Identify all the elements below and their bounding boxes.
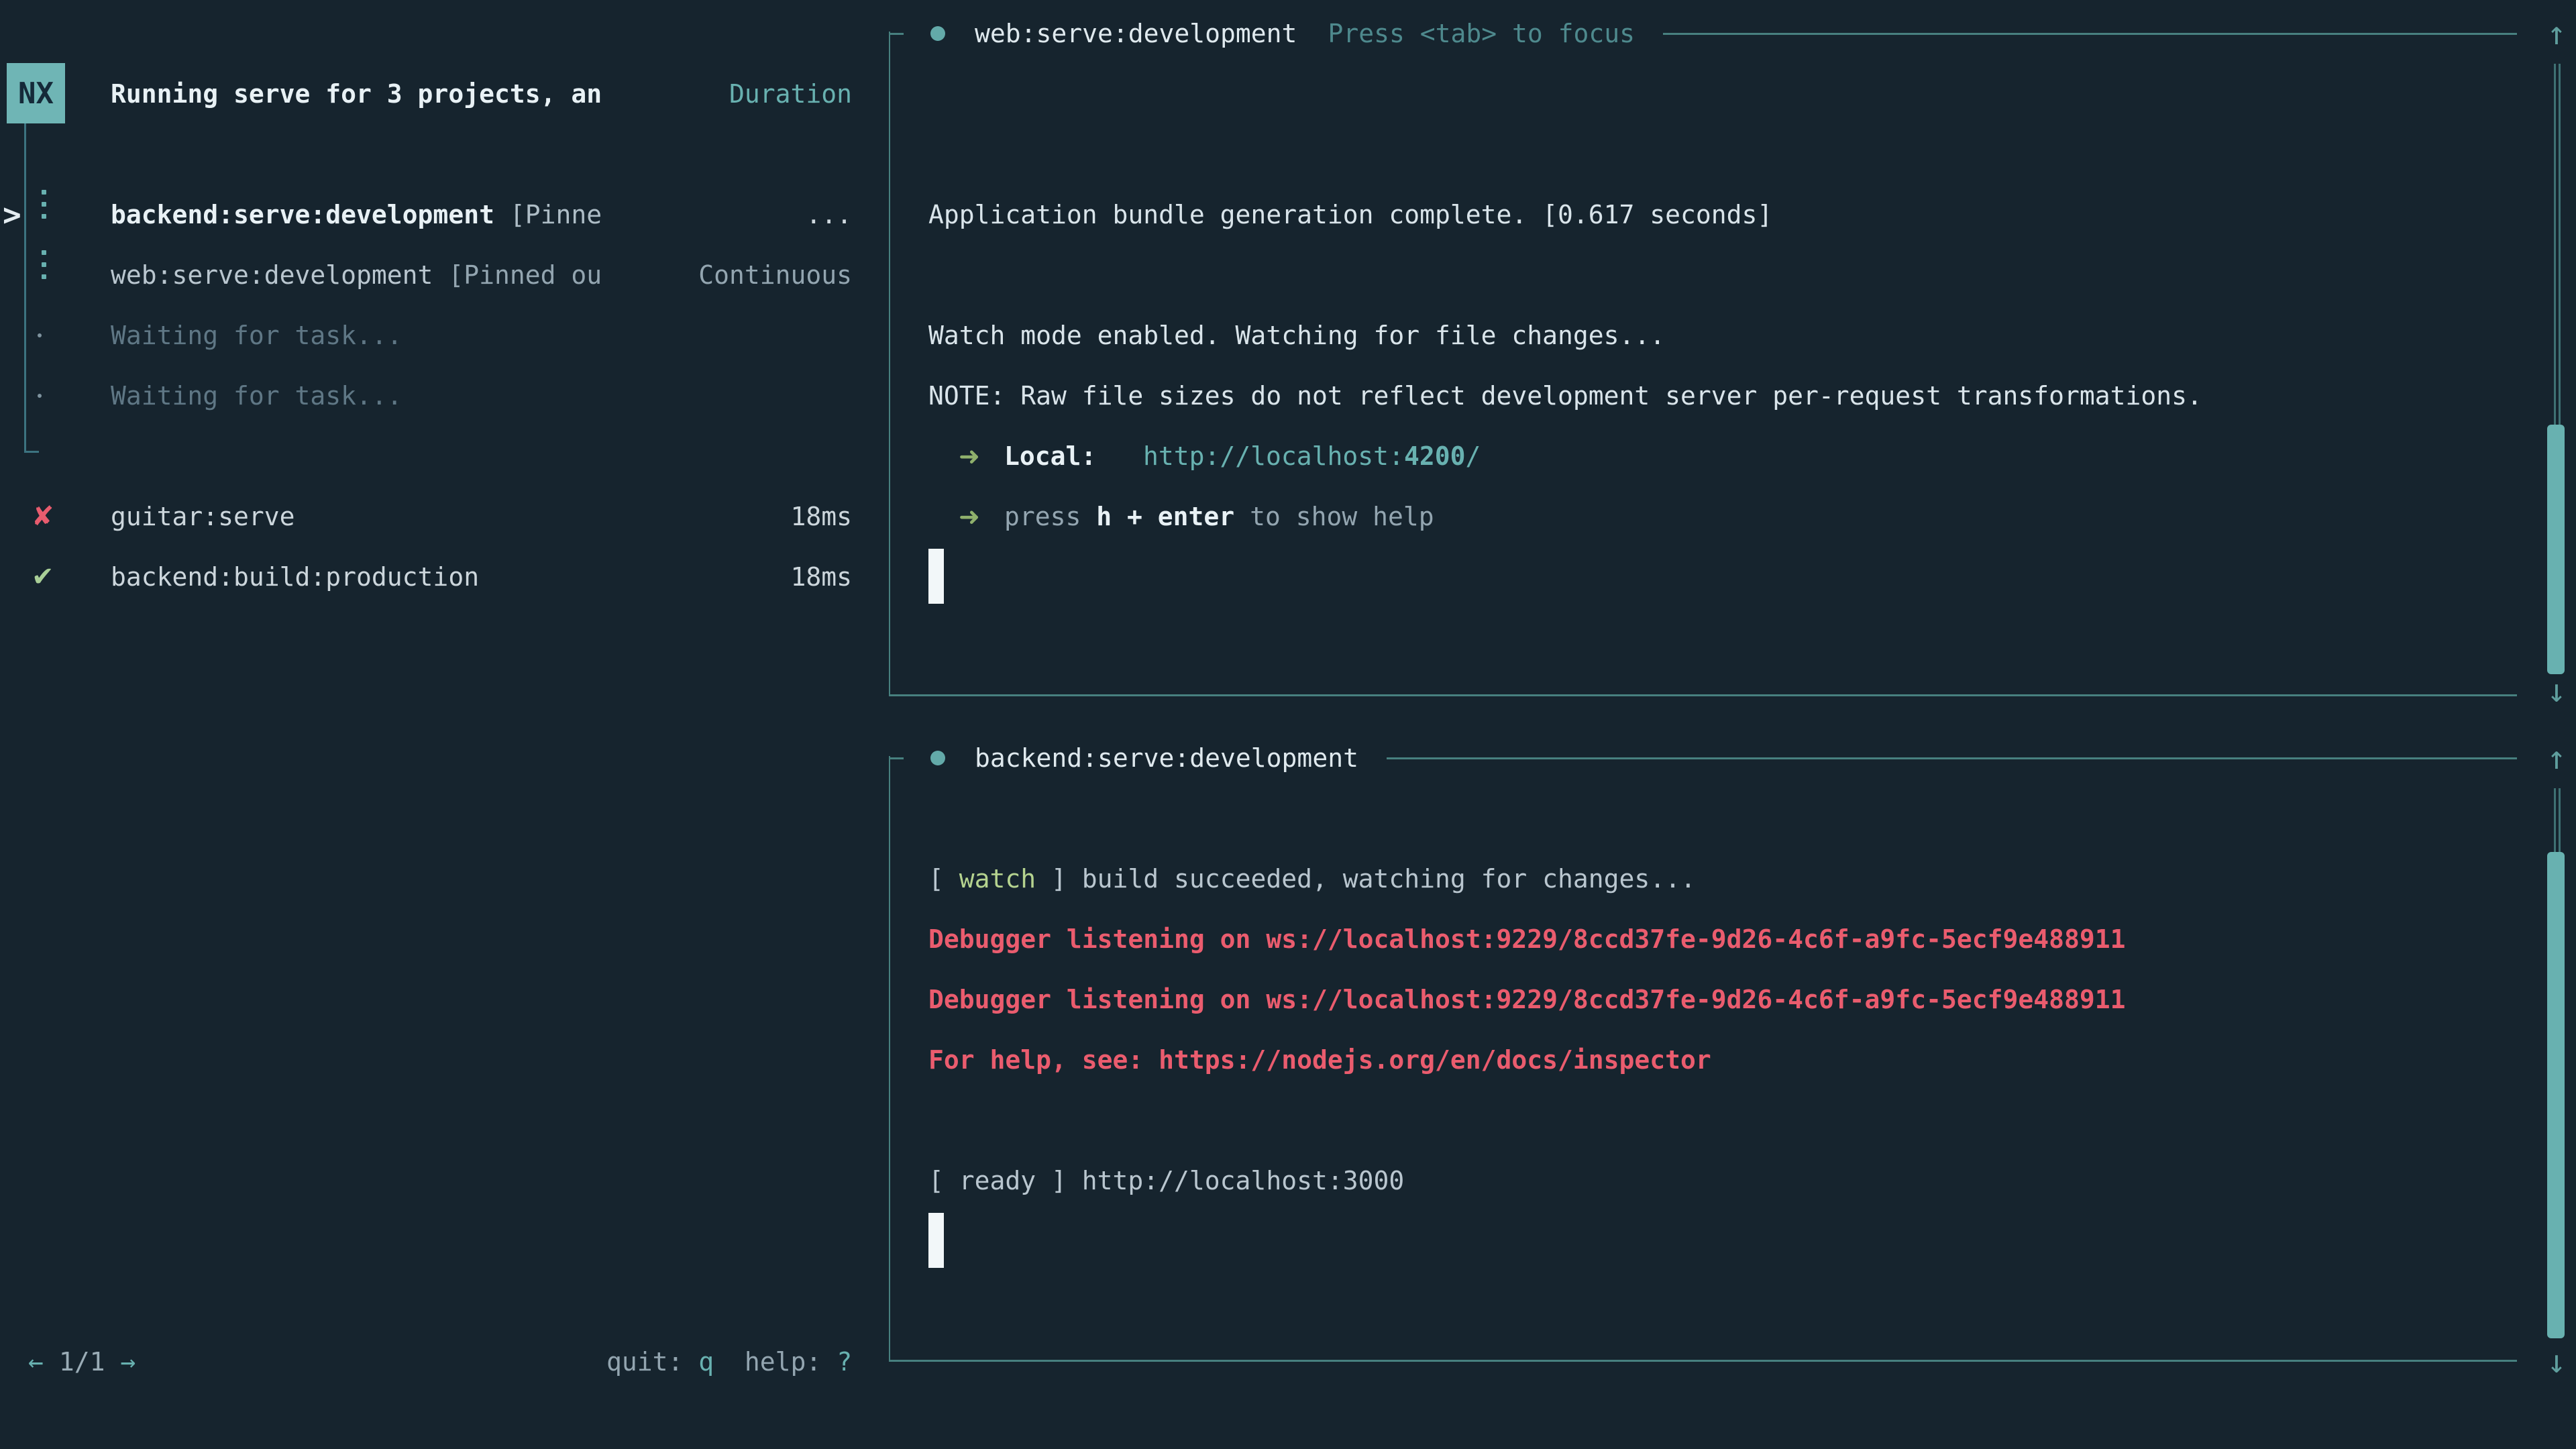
- log-line-inspector-help: For help, see: https://nodejs.org/en/doc…: [928, 1030, 1711, 1090]
- arrow-icon: ➜: [959, 502, 980, 531]
- task-duration: 18ms: [790, 502, 852, 531]
- duration-column-header: Duration: [729, 79, 852, 109]
- watch-tag: watch: [959, 864, 1036, 894]
- keyboard-hints: quit: q help: ?: [606, 1332, 852, 1392]
- local-url[interactable]: http://localhost:4200/: [1143, 441, 1481, 471]
- task-suffix: [Pinne: [494, 200, 602, 229]
- task-suffix: [Pinned ou: [433, 260, 602, 290]
- help-post: to show help: [1234, 502, 1434, 531]
- url-suffix: /: [1465, 441, 1481, 471]
- task-duration: 18ms: [790, 562, 852, 592]
- local-label: Local:: [1004, 441, 1096, 471]
- task-row-guitar-serve[interactable]: ✘ guitar:serve 18ms: [0, 486, 852, 547]
- panel-bottom-border: [889, 1360, 2517, 1362]
- watch-rest: ] build succeeded, watching for changes.…: [1036, 864, 1696, 894]
- task-list-title: Running serve for 3 projects, an: [111, 79, 602, 109]
- log-line-note: NOTE: Raw file sizes do not reflect deve…: [928, 366, 2202, 426]
- task-duration: Continuous: [698, 260, 852, 290]
- url-prefix: http://localhost:: [1143, 441, 1404, 471]
- help-key: ?: [837, 1347, 852, 1377]
- panel-bottom-border: [889, 694, 2517, 696]
- help-keys-combo: h + enter: [1096, 502, 1234, 531]
- log-line-debugger-2: Debugger listening on ws://localhost:922…: [928, 969, 2125, 1030]
- border-stub: [889, 33, 904, 35]
- help-hint-text: press h + enter to show help: [1004, 502, 1434, 531]
- page-next-arrow-icon[interactable]: →: [121, 1347, 136, 1377]
- task-name: guitar:serve: [111, 502, 295, 531]
- waiting-label: Waiting for task...: [111, 381, 402, 411]
- panel-title: web:serve:development: [975, 19, 1297, 48]
- task-row-waiting-2: Waiting for task...: [0, 366, 852, 426]
- panel-left-border: [889, 756, 890, 1362]
- waiting-label: Waiting for task...: [111, 321, 402, 350]
- header-rule: [1663, 33, 2517, 35]
- log-line-ready: [ ready ] http://localhost:3000: [928, 1150, 1404, 1211]
- waiting-dot-icon: [38, 333, 42, 337]
- scrollbar-track[interactable]: [2554, 788, 2561, 852]
- log-line-bundle: Application bundle generation complete. …: [928, 184, 1772, 245]
- page-indicator: 1/1: [59, 1347, 105, 1377]
- url-port: 4200: [1404, 441, 1466, 471]
- bracket-open: [: [928, 864, 959, 894]
- quit-key: q: [698, 1347, 714, 1377]
- scroll-up-icon[interactable]: ↑: [2541, 3, 2572, 64]
- scroll-down-icon[interactable]: ↓: [2541, 661, 2572, 721]
- arrow-icon: ➜: [959, 441, 980, 471]
- spinner-icon: [42, 250, 46, 279]
- focus-hint: Press <tab> to focus: [1328, 19, 1635, 48]
- header-rule: [1387, 757, 2517, 759]
- task-name: web:serve:development: [111, 260, 433, 290]
- panel-left-border: [889, 32, 890, 696]
- task-row-waiting-1: Waiting for task...: [0, 305, 852, 366]
- scrollbar-thumb[interactable]: [2547, 425, 2565, 674]
- scroll-down-icon[interactable]: ↓: [2541, 1332, 2572, 1392]
- failed-x-icon: ✘: [32, 501, 54, 532]
- terminal-cursor: [928, 549, 944, 604]
- task-row-backend-serve[interactable]: > backend:serve:development [Pinne ...: [0, 184, 852, 245]
- log-line-watch-mode: Watch mode enabled. Watching for file ch…: [928, 305, 1665, 366]
- selected-caret-icon: >: [3, 197, 21, 233]
- help-pre: press: [1004, 502, 1096, 531]
- task-duration: ...: [806, 200, 852, 229]
- task-name: backend:build:production: [111, 562, 479, 592]
- scroll-up-icon[interactable]: ↑: [2541, 728, 2572, 788]
- task-row-web-serve[interactable]: web:serve:development [Pinned ou Continu…: [0, 245, 852, 305]
- waiting-dot-icon: [38, 394, 42, 398]
- log-line-build-succeeded: [ watch ] build succeeded, watching for …: [928, 849, 1696, 909]
- quit-label: quit:: [606, 1347, 698, 1377]
- scrollbar-track[interactable]: [2554, 64, 2561, 426]
- border-stub: [889, 757, 904, 759]
- scrollbar-thumb[interactable]: [2547, 852, 2565, 1338]
- running-dot-icon: [930, 751, 945, 765]
- help-label: help:: [714, 1347, 837, 1377]
- task-list-header: Running serve for 3 projects, an Duratio…: [0, 64, 852, 124]
- success-check-icon: ✔: [32, 561, 54, 592]
- task-tree-connector-foot: [24, 451, 39, 453]
- panel-title: backend:serve:development: [975, 743, 1358, 773]
- log-line-debugger-1: Debugger listening on ws://localhost:922…: [928, 909, 2125, 969]
- terminal-cursor: [928, 1213, 944, 1268]
- running-dot-icon: [930, 26, 945, 41]
- panel-header: web:serve:development Press <tab> to foc…: [889, 3, 2517, 64]
- panel-header: backend:serve:development: [889, 728, 2517, 788]
- task-name: backend:serve:development: [111, 200, 494, 229]
- task-row-backend-build[interactable]: ✔ backend:build:production 18ms: [0, 547, 852, 607]
- page-prev-arrow-icon[interactable]: ←: [28, 1347, 44, 1377]
- spinner-icon: [42, 190, 46, 219]
